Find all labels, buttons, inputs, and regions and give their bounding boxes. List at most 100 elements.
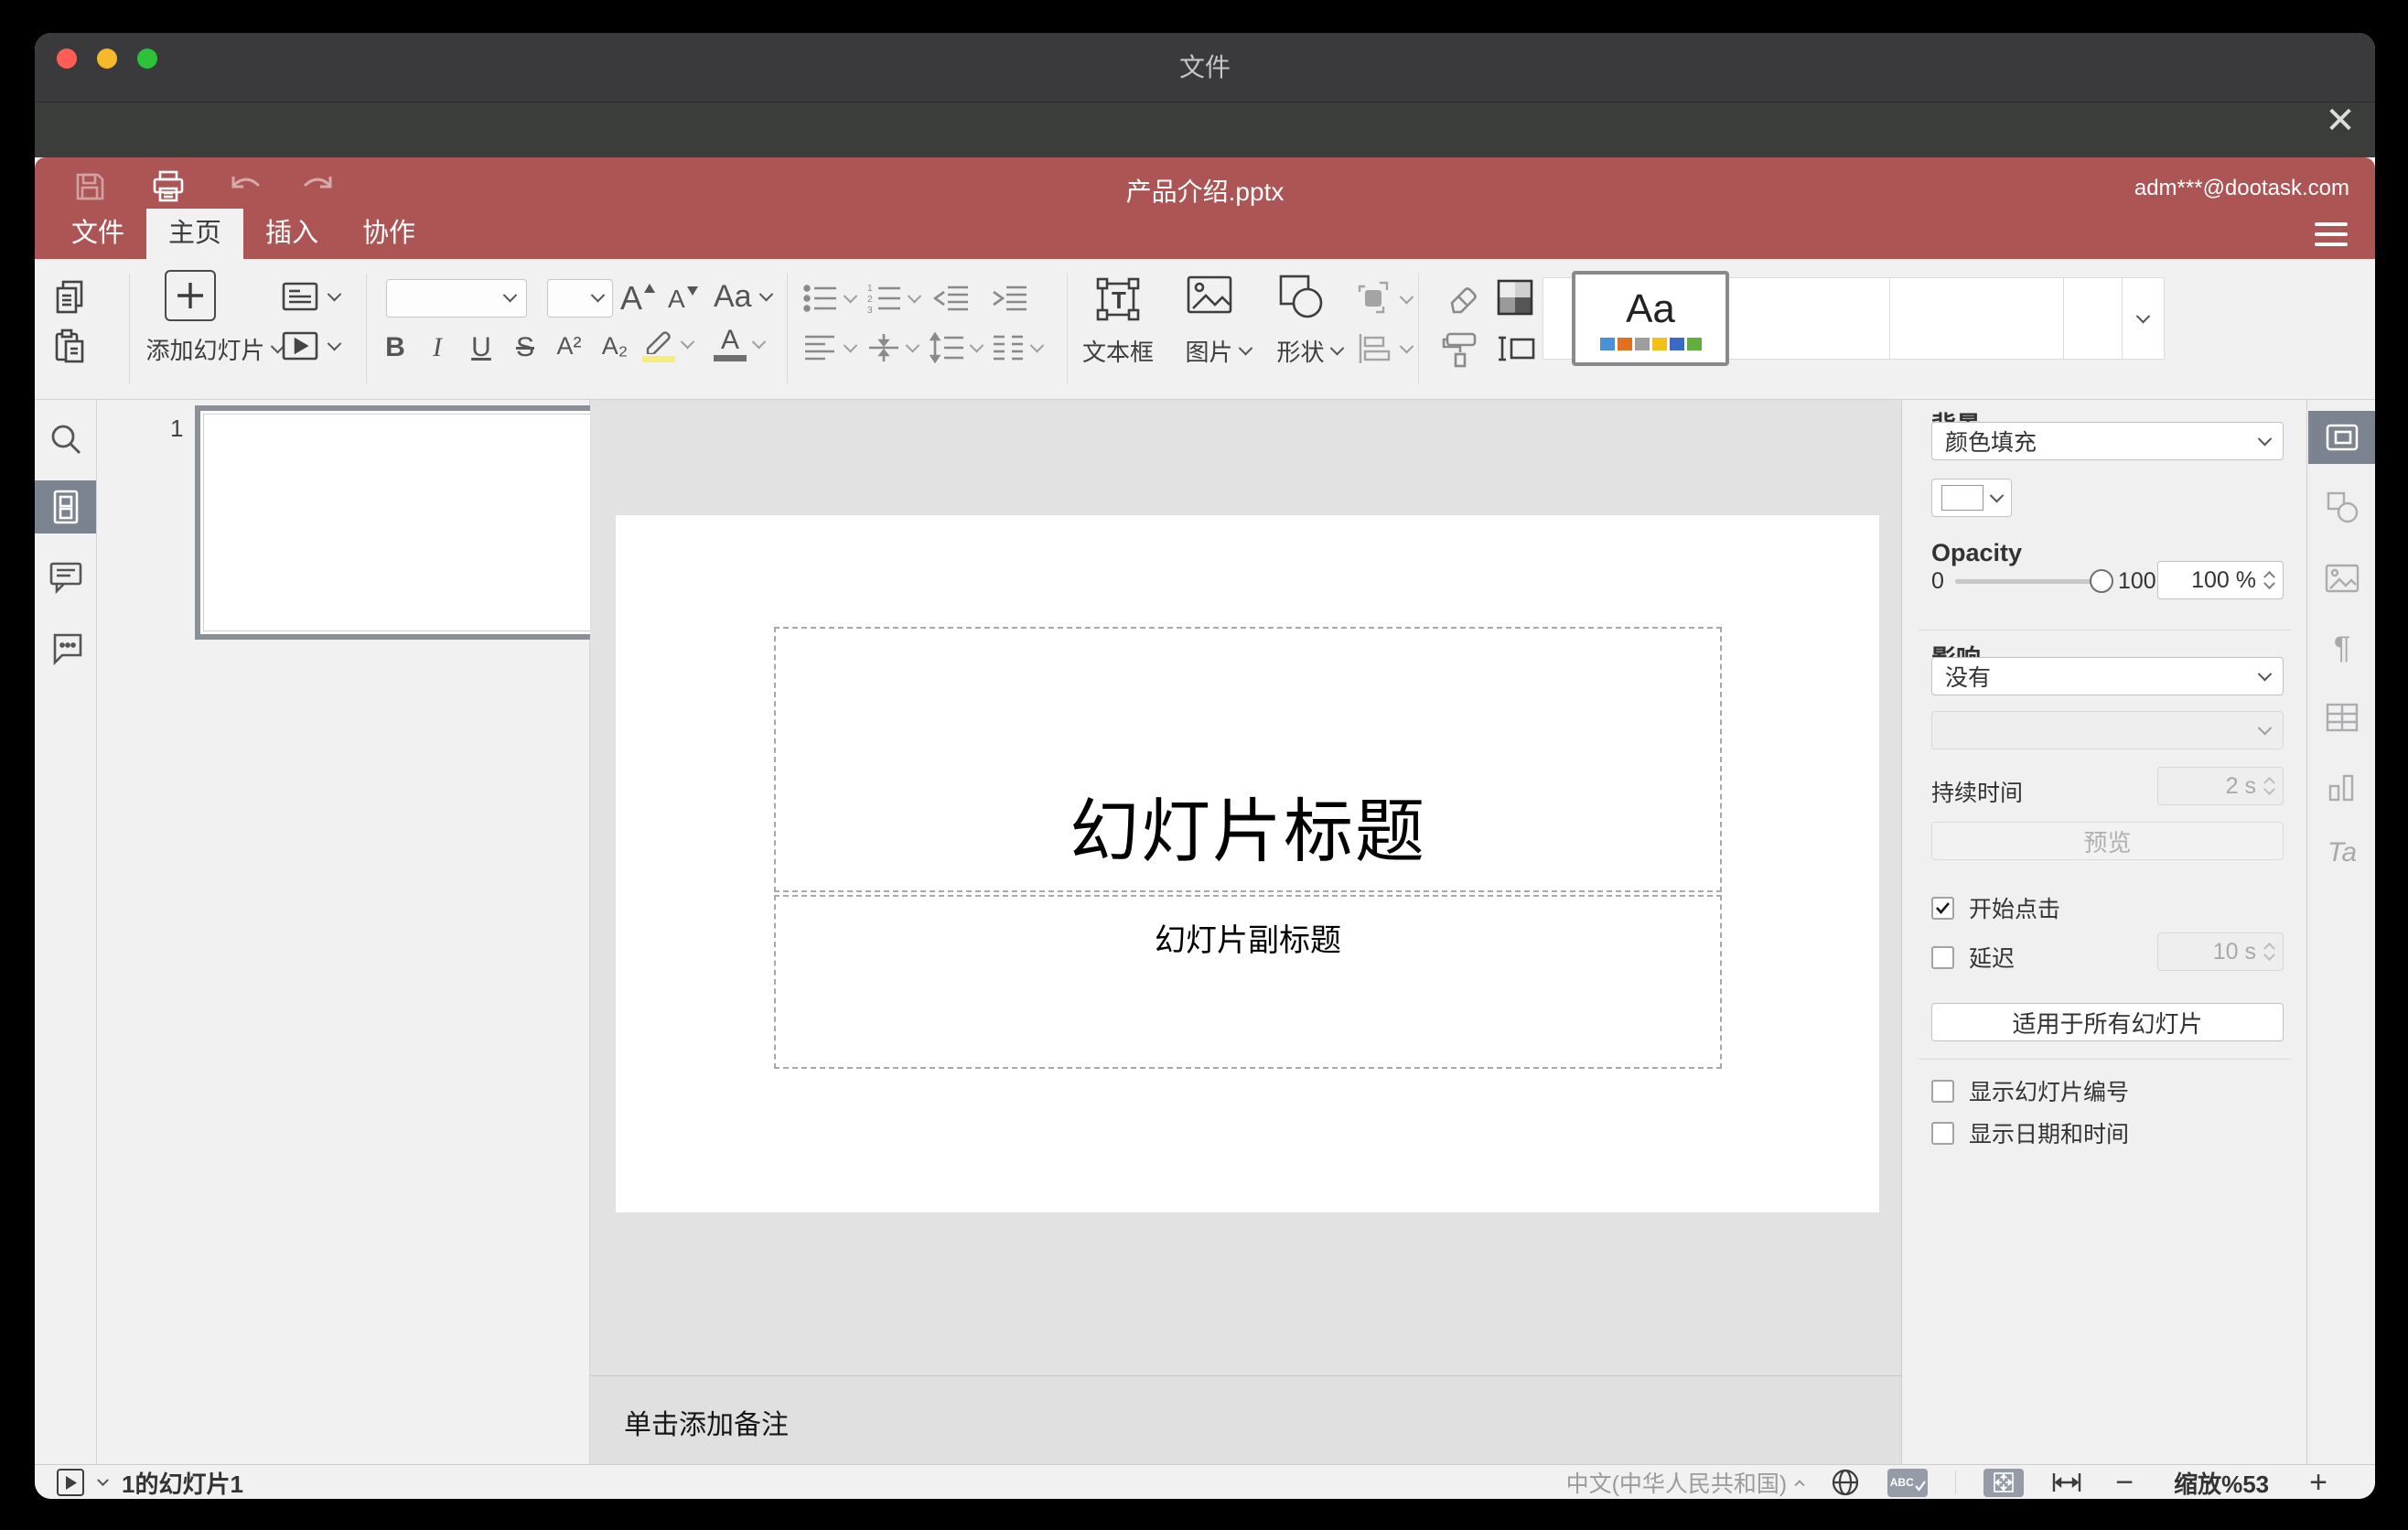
slide-settings-tab[interactable]: [2308, 411, 2375, 464]
copy-style-button[interactable]: [1435, 330, 1486, 369]
subscript-button[interactable]: A₂: [595, 332, 635, 361]
decrease-font-button[interactable]: A: [668, 285, 698, 314]
tab-file[interactable]: 文件: [49, 209, 146, 259]
effect-select[interactable]: 没有: [1931, 657, 2284, 695]
slide-canvas[interactable]: 幻灯片标题 幻灯片副标题: [616, 515, 1879, 1212]
language-selector[interactable]: 中文(中华人民共和国): [1566, 1466, 1805, 1499]
add-slide-button[interactable]: [165, 270, 216, 321]
slide-settings-icon: [2326, 424, 2359, 451]
opacity-spinner[interactable]: 100 %: [2157, 561, 2284, 599]
arrange-button[interactable]: [1356, 281, 1414, 318]
decrease-indent-button[interactable]: [933, 283, 970, 314]
spellcheck-button[interactable]: ABC: [1887, 1468, 1929, 1497]
sidebar-chat-button[interactable]: [35, 621, 96, 674]
textart-settings-tab[interactable]: Ta: [2308, 826, 2375, 879]
tab-collaboration[interactable]: 协作: [340, 209, 437, 259]
increase-font-button[interactable]: A: [620, 279, 656, 318]
font-color-chevron[interactable]: [751, 334, 767, 350]
underline-button[interactable]: U: [463, 332, 500, 363]
shape-label[interactable]: 形状: [1268, 334, 1350, 368]
fit-width-icon[interactable]: [2051, 1470, 2082, 1495]
increase-indent-button[interactable]: [992, 283, 1028, 314]
font-color-bar: [714, 355, 747, 361]
start-slideshow-statusbar-button[interactable]: [57, 1469, 84, 1496]
superscript-button[interactable]: A²: [549, 332, 589, 361]
theme-option-3[interactable]: [1890, 277, 2064, 360]
theme-gallery-expand-button[interactable]: [2123, 277, 2165, 360]
strikethrough-button[interactable]: S: [507, 332, 543, 363]
highlight-color-chevron[interactable]: [680, 334, 695, 350]
tab-insert[interactable]: 插入: [243, 209, 340, 259]
fill-type-select[interactable]: 颜色填充: [1931, 422, 2284, 460]
chevron-down-icon: [2257, 431, 2273, 446]
slide-subtitle-placeholder[interactable]: 幻灯片副标题: [774, 895, 1722, 1069]
menu-icon[interactable]: [2315, 221, 2348, 248]
shape-settings-tab[interactable]: [2308, 480, 2375, 533]
fit-slide-icon: [1994, 1472, 2015, 1492]
image-label[interactable]: 图片: [1177, 334, 1259, 368]
zoom-out-button[interactable]: −: [2115, 1467, 2134, 1498]
bold-button[interactable]: B: [377, 332, 414, 363]
slide-thumbnail[interactable]: [195, 405, 618, 640]
select-eraser-button[interactable]: [1435, 279, 1486, 316]
slide-subtitle-text: 幻灯片副标题: [1155, 923, 1341, 958]
highlight-color-button[interactable]: [642, 327, 675, 362]
italic-button[interactable]: I: [419, 332, 456, 363]
sidebar-slides-button[interactable]: [35, 480, 96, 533]
tab-home[interactable]: 主页: [146, 209, 244, 259]
vertical-align-button[interactable]: [867, 332, 920, 363]
chart-settings-tab[interactable]: [2308, 760, 2375, 813]
columns-button[interactable]: [992, 332, 1045, 363]
font-name-select[interactable]: [386, 279, 527, 318]
fill-color-picker[interactable]: [1931, 479, 2012, 517]
apply-to-all-slides-button[interactable]: 适用于所有幻灯片: [1931, 1003, 2284, 1041]
globe-icon[interactable]: [1831, 1468, 1860, 1497]
paste-button[interactable]: [51, 327, 90, 365]
line-spacing-button[interactable]: [930, 332, 984, 363]
zoom-in-button[interactable]: +: [2309, 1467, 2327, 1498]
start-slideshow-button[interactable]: [280, 329, 342, 363]
delay-checkbox[interactable]: 延迟: [1931, 941, 2015, 974]
opacity-slider-track[interactable]: [1955, 579, 2102, 584]
add-slide-label[interactable]: 添加幻灯片: [123, 332, 306, 366]
theme-option-2[interactable]: [1716, 277, 1890, 360]
show-date-time-checkbox[interactable]: 显示日期和时间: [1931, 1116, 2129, 1149]
numbering-button[interactable]: 123: [867, 283, 922, 314]
textbox-button[interactable]: T: [1076, 272, 1160, 327]
start-on-click-checkbox[interactable]: 开始点击: [1931, 891, 2060, 924]
fit-slide-button[interactable]: [1983, 1468, 2025, 1497]
main-area: 1 幻灯片标题 幻灯片副标题 单击添加备注 背景 颜色填充: [35, 400, 2375, 1464]
app-window: 文件 ✕ 产品介绍.pptx adm***@dootask.com 文件 主页 …: [35, 33, 2375, 1499]
theme-option-5[interactable]: [2064, 277, 2123, 360]
opacity-min-label: 0: [1931, 568, 1944, 594]
chevron-down-icon: [969, 338, 984, 352]
horizontal-align-button[interactable]: [803, 332, 858, 363]
image-settings-tab[interactable]: [2308, 552, 2375, 605]
copy-button[interactable]: [51, 277, 90, 316]
font-size-select[interactable]: [547, 279, 613, 318]
table-settings-tab[interactable]: [2308, 691, 2375, 744]
chevron-down-icon: [843, 338, 858, 352]
paragraph-settings-tab[interactable]: ¶: [2308, 621, 2375, 674]
chevron-down-icon[interactable]: [97, 1473, 109, 1486]
slides-thumbnail-panel: 1: [97, 400, 618, 1464]
slide-title-placeholder[interactable]: 幻灯片标题: [774, 627, 1722, 892]
sidebar-comments-button[interactable]: [35, 550, 96, 603]
theme-option-selected[interactable]: Aa: [1572, 271, 1729, 366]
align-shapes-button[interactable]: [1356, 332, 1414, 365]
bullets-button[interactable]: [803, 283, 858, 314]
close-icon[interactable]: ✕: [2318, 99, 2362, 143]
insert-image-button[interactable]: [1180, 274, 1239, 316]
show-slide-number-checkbox[interactable]: 显示幻灯片编号: [1931, 1074, 2129, 1107]
change-case-button[interactable]: Aa: [714, 279, 773, 315]
insert-shape-button[interactable]: [1272, 272, 1330, 319]
textbox-label[interactable]: 文本框: [1069, 334, 1167, 368]
decrease-indent-icon: [933, 286, 968, 311]
opacity-slider-handle[interactable]: [2090, 569, 2113, 593]
font-color-button[interactable]: A: [714, 327, 747, 361]
notes-area[interactable]: 单击添加备注: [590, 1375, 1908, 1464]
slide-layout-button[interactable]: [280, 279, 342, 314]
sidebar-search-button[interactable]: [35, 413, 96, 466]
delay-spinner: 10 s: [2157, 932, 2284, 971]
align-shapes-icon: [1359, 334, 1391, 363]
